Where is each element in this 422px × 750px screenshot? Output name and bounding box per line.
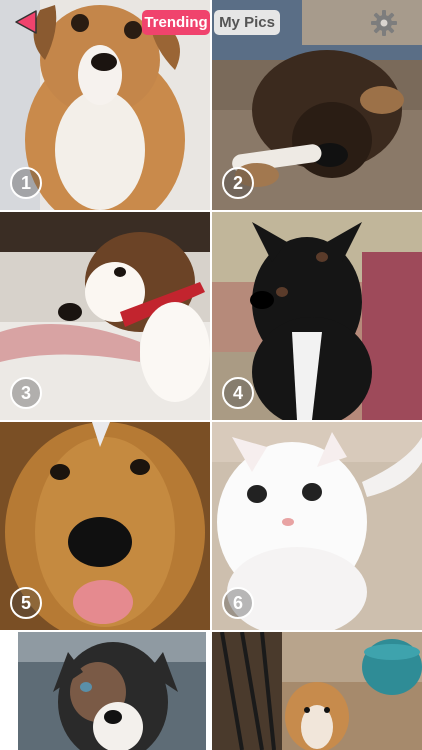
small-dog-photo <box>212 632 422 750</box>
photo-tile-4[interactable]: 4 <box>212 212 422 420</box>
photo-tile-8[interactable] <box>212 632 422 750</box>
rank-badge: 1 <box>10 167 42 199</box>
photo-tile-3[interactable]: 3 <box>0 212 210 420</box>
rank-badge: 5 <box>10 587 42 619</box>
rank-badge: 3 <box>10 377 42 409</box>
back-triangle-icon[interactable] <box>12 8 40 36</box>
photo-tile-5[interactable]: 5 <box>0 422 210 630</box>
rank-badge: 6 <box>222 587 254 619</box>
photo-tile-7[interactable] <box>18 632 206 750</box>
rank-badge: 4 <box>222 377 254 409</box>
photo-tile-6[interactable]: 6 <box>212 422 422 630</box>
tab-my-pics[interactable]: My Pics <box>214 10 280 35</box>
aussie-puppy-photo <box>18 632 206 750</box>
top-bar: Trending My Pics <box>0 0 422 46</box>
tab-trending[interactable]: Trending <box>142 10 210 35</box>
photo-grid: 1 2 3 4 5 6 <box>0 0 422 750</box>
rank-badge: 2 <box>222 167 254 199</box>
gear-icon[interactable] <box>370 9 398 37</box>
